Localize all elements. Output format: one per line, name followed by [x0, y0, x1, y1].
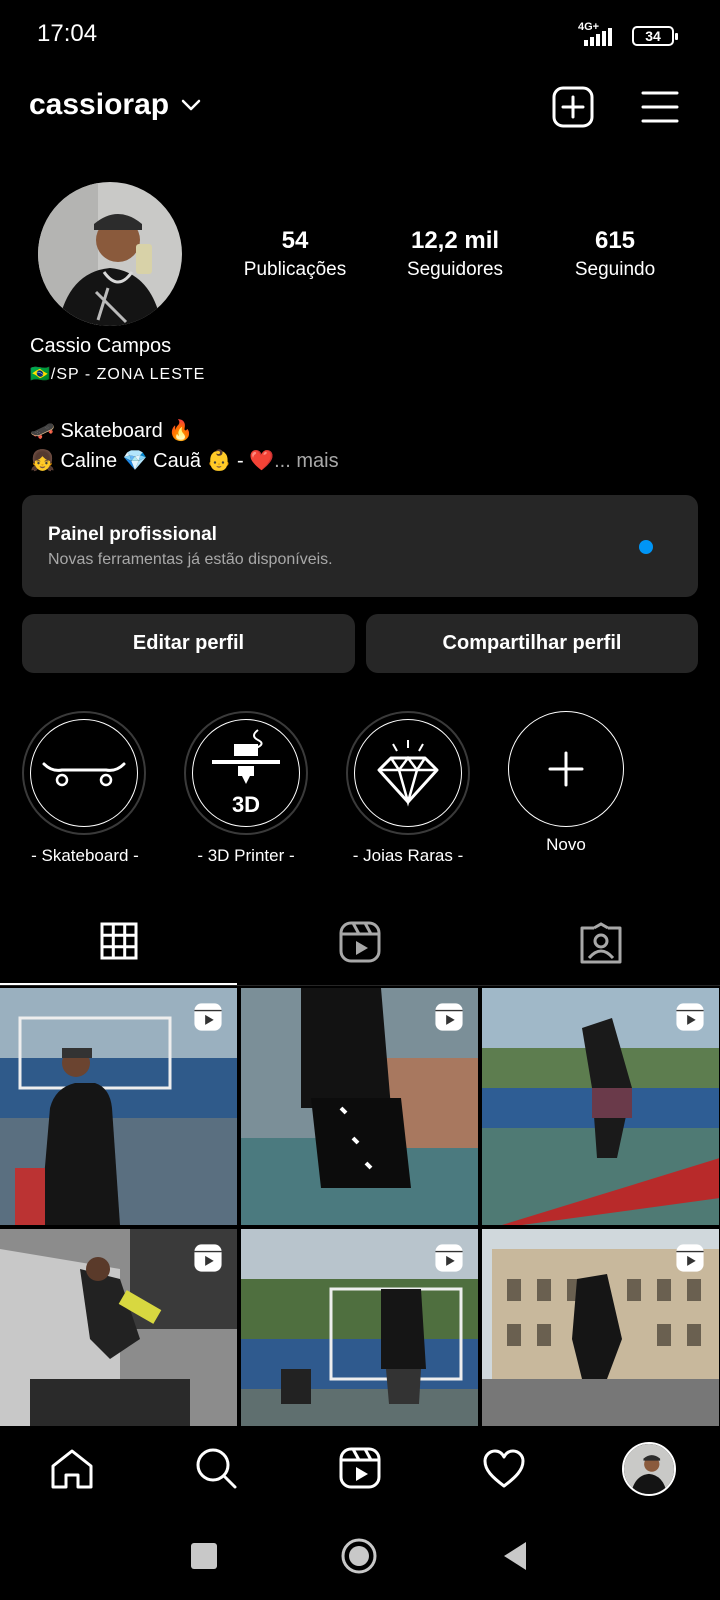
reel-badge-icon [435, 1244, 463, 1272]
reel-badge-icon [194, 1244, 222, 1272]
tab-divider [0, 985, 720, 986]
more-link[interactable]: ... mais [274, 450, 338, 472]
stat-followers[interactable]: 12,2 mil Seguidores [380, 226, 530, 282]
profile-avatar[interactable] [38, 182, 182, 326]
edit-profile-button[interactable]: Editar perfil [22, 614, 355, 673]
share-profile-button[interactable]: Compartilhar perfil [366, 614, 698, 673]
diamond-icon [377, 740, 439, 807]
profile-tab-avatar[interactable] [622, 1442, 676, 1496]
pro-panel-subtitle: Novas ferramentas já estão disponíveis. [48, 551, 333, 568]
pro-panel-title: Painel profissional [48, 524, 217, 545]
bio-line-1: 🛹 Skateboard 🔥 [30, 420, 194, 442]
posts-count: 54 [281, 227, 309, 254]
location: 🇧🇷/SP - ZONA LESTE [30, 366, 206, 383]
home-button[interactable] [340, 1537, 378, 1575]
menu-icon[interactable] [641, 90, 679, 124]
post-thumbnail[interactable] [482, 988, 719, 1225]
3d-glyph: 3D [232, 792, 260, 817]
post-thumbnail[interactable] [0, 988, 237, 1225]
followers-label: Seguidores [406, 259, 504, 280]
recents-button[interactable] [191, 1543, 217, 1569]
skateboard-icon [42, 762, 126, 787]
plus-icon [548, 751, 584, 787]
display-name: Cassio Campos [30, 335, 172, 357]
followers-count: 12,2 mil [410, 227, 500, 254]
following-count: 615 [594, 227, 636, 254]
back-button[interactable] [502, 1540, 528, 1572]
bio-line-2: 👧 Caline 💎 Cauã 👶 - ❤️... mais [30, 448, 339, 473]
home-icon[interactable] [50, 1448, 94, 1490]
highlight-skateboard[interactable] [22, 711, 146, 835]
notification-dot [639, 540, 653, 554]
post-thumbnail[interactable] [241, 988, 478, 1225]
chevron-down-icon[interactable] [180, 98, 202, 112]
highlight-joias-raras[interactable] [346, 711, 470, 835]
reels-icon[interactable] [339, 1447, 381, 1489]
bio-line-2-text: 👧 Caline 💎 Cauã 👶 - ❤️ [30, 450, 275, 472]
highlight-joias-raras-label: - Joias Raras - [352, 846, 464, 865]
grid-icon[interactable] [100, 922, 138, 960]
tagged-icon[interactable] [580, 922, 622, 964]
new-highlight-label: Novo [546, 835, 586, 854]
reel-badge-icon [194, 1003, 222, 1031]
heart-icon[interactable] [482, 1449, 526, 1489]
highlight-3d-printer-label: - 3D Printer - [197, 846, 295, 865]
3d-printer-icon: 3D [212, 729, 280, 817]
status-time: 17:04 [37, 20, 98, 47]
following-label: Seguindo [574, 259, 656, 280]
search-icon[interactable] [194, 1446, 238, 1490]
reel-badge-icon [676, 1244, 704, 1272]
highlight-skateboard-label: - Skateboard - [31, 846, 139, 865]
stat-posts[interactable]: 54 Publicações [220, 226, 370, 282]
battery-icon: 34 [632, 26, 678, 46]
professional-dashboard[interactable] [22, 495, 698, 597]
new-highlight-button[interactable] [508, 711, 624, 827]
reel-badge-icon [676, 1003, 704, 1031]
reels-tab-icon[interactable] [339, 921, 381, 963]
reel-badge-icon [435, 1003, 463, 1031]
posts-label: Publicações [243, 259, 347, 280]
signal-icon [584, 28, 614, 46]
stat-following[interactable]: 615 Seguindo [540, 226, 690, 282]
new-post-icon[interactable] [552, 86, 594, 128]
username-switcher[interactable]: cassiorap [29, 88, 169, 122]
highlight-3d-printer[interactable]: 3D [184, 711, 308, 835]
